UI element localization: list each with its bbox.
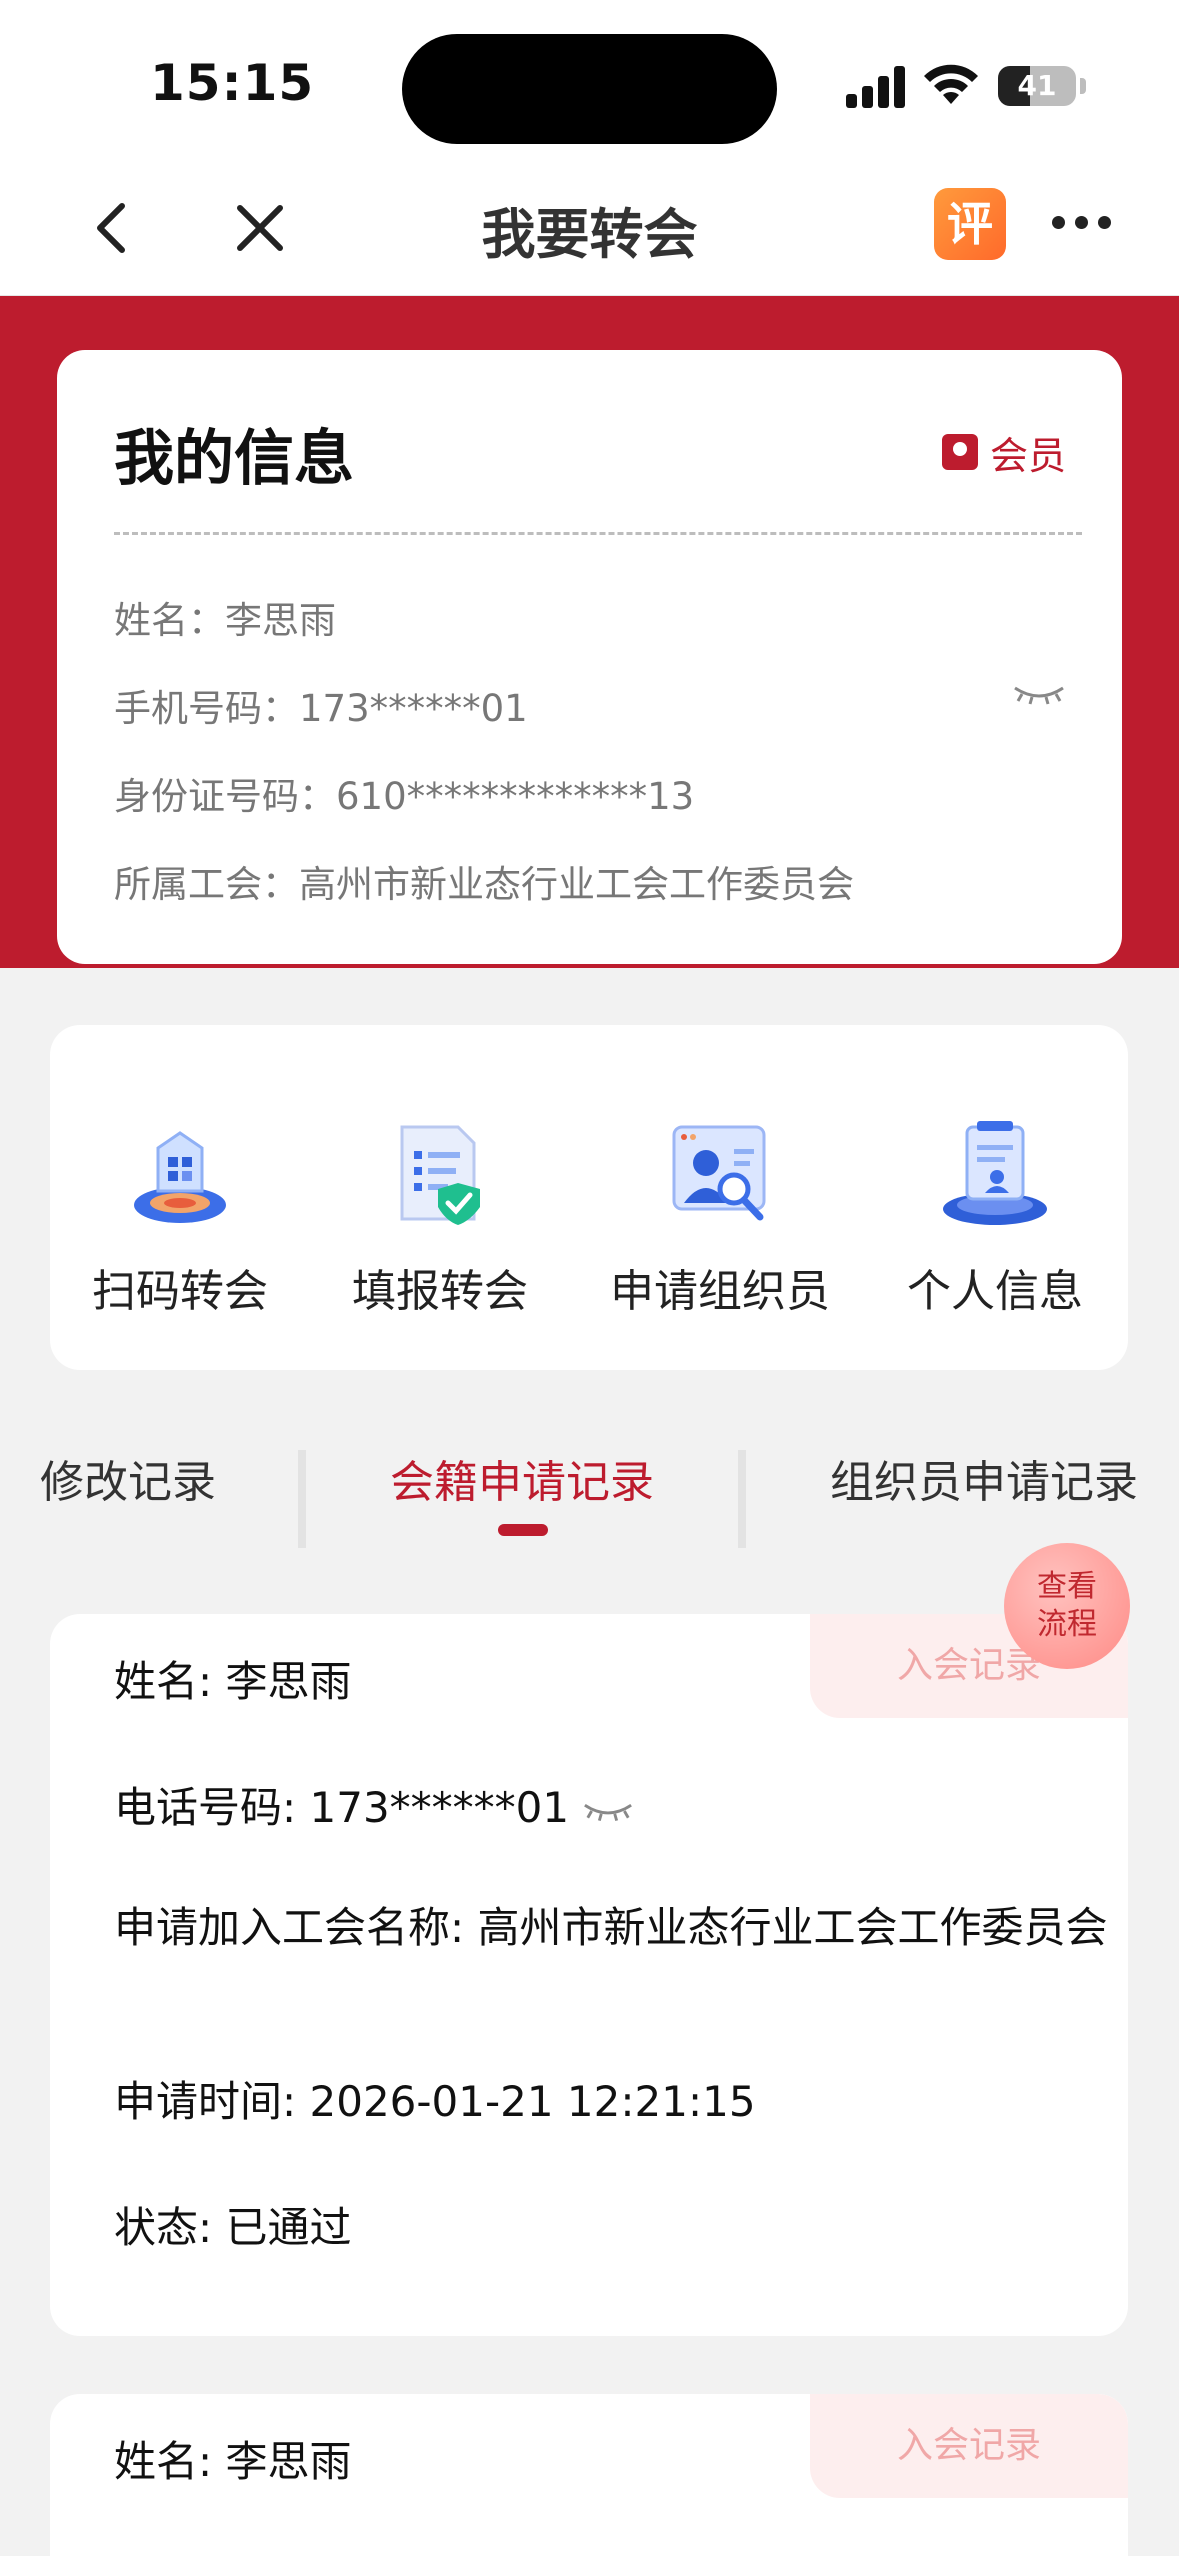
battery-tip [1080,78,1086,94]
view-process-line2: 流程 [1037,1607,1097,1642]
action-personal-info[interactable]: 个人信息 [880,1025,1110,1370]
dynamic-island [402,34,777,144]
info-row-union: 所属工会：高州市新业态行业工会工作委员会 [114,854,854,908]
info-label: 所属工会： [114,863,299,906]
battery-icon: 41 [998,66,1076,106]
tab-separator [298,1450,306,1548]
view-process-button[interactable]: 查看 流程 [1004,1543,1130,1669]
record-phone-text: 电话号码: 173******01 [114,1783,570,1832]
view-process-line1: 查看 [1037,1569,1097,1604]
record-type-badge: 入会记录 [810,2394,1128,2498]
more-options-icon[interactable] [1052,216,1112,236]
action-scan-transfer[interactable]: 扫码转会 [70,1025,290,1370]
action-form-transfer[interactable]: 填报转会 [320,1025,560,1370]
action-label: 申请组织员 [610,1266,830,1317]
record-phone: 电话号码: 173******01 [114,1774,634,1835]
record-name: 姓名: 李思雨 [114,2437,352,2486]
info-row-id-number: 身份证号码：610*************13 [114,766,694,820]
battery-level: 41 [1017,69,1057,102]
info-label: 手机号码： [114,687,299,730]
tab-membership-records[interactable]: 会籍申请记录 [390,1446,654,1510]
record-card[interactable]: 入会记录 姓名: 李思雨 电话号码: 173******01 申请加入工会名称:… [50,1614,1128,2336]
record-union-name: 申请加入工会名称: 高州市新业态行业工会工作委员会 [114,1903,1108,1952]
apply-organizer-icon [672,1125,766,1221]
status-time: 15:15 [150,54,315,112]
info-value: 610*************13 [336,775,695,818]
info-label: 身份证号码： [114,775,336,818]
record-apply-time: 申请时间: 2026-01-21 12:21:15 [114,2077,756,2126]
cellular-signal-icon [846,64,908,108]
action-label: 扫码转会 [92,1266,268,1317]
eye-closed-icon[interactable] [1012,682,1066,706]
action-apply-organizer[interactable]: 申请组织员 [590,1025,850,1370]
my-info-card: 我的信息 会员 姓名：李思雨 手机号码：173******01 身份证号码：61… [57,350,1122,964]
info-row-phone: 手机号码：173******01 [114,678,528,732]
wifi-icon [924,64,978,104]
status-bar: 15:15 41 [0,0,1179,160]
form-transfer-icon [400,1125,480,1225]
tab-edit-records[interactable]: 修改记录 [40,1446,216,1510]
info-row-name: 姓名：李思雨 [114,590,336,644]
member-icon [941,434,978,470]
info-value: 李思雨 [225,599,336,642]
tab-organizer-records[interactable]: 组织员申请记录 [830,1446,1138,1510]
quick-actions-card: 扫码转会 填报转会 申请组织员 个人信息 [50,1025,1128,1370]
info-card-title: 我的信息 [114,424,354,494]
record-name: 姓名: 李思雨 [114,1657,352,1706]
member-badge: 会员 [941,430,1066,478]
scan-transfer-icon [134,1131,226,1223]
active-tab-indicator [498,1524,548,1536]
action-label: 个人信息 [907,1266,1083,1317]
action-label: 填报转会 [352,1266,528,1317]
info-value: 173******01 [299,687,528,730]
tab-separator [738,1450,746,1548]
record-card[interactable]: 入会记录 姓名: 李思雨 [50,2394,1128,2556]
rate-icon[interactable]: 评 [934,188,1006,260]
record-status: 状态: 已通过 [114,2203,352,2252]
divider [114,532,1082,535]
eye-closed-icon[interactable] [582,1799,634,1823]
personal-info-icon [943,1121,1047,1225]
nav-bar: 我要转会 评 [0,160,1179,296]
info-label: 姓名： [114,599,225,642]
info-value: 高州市新业态行业工会工作委员会 [299,863,854,906]
member-badge-label: 会员 [989,433,1066,478]
